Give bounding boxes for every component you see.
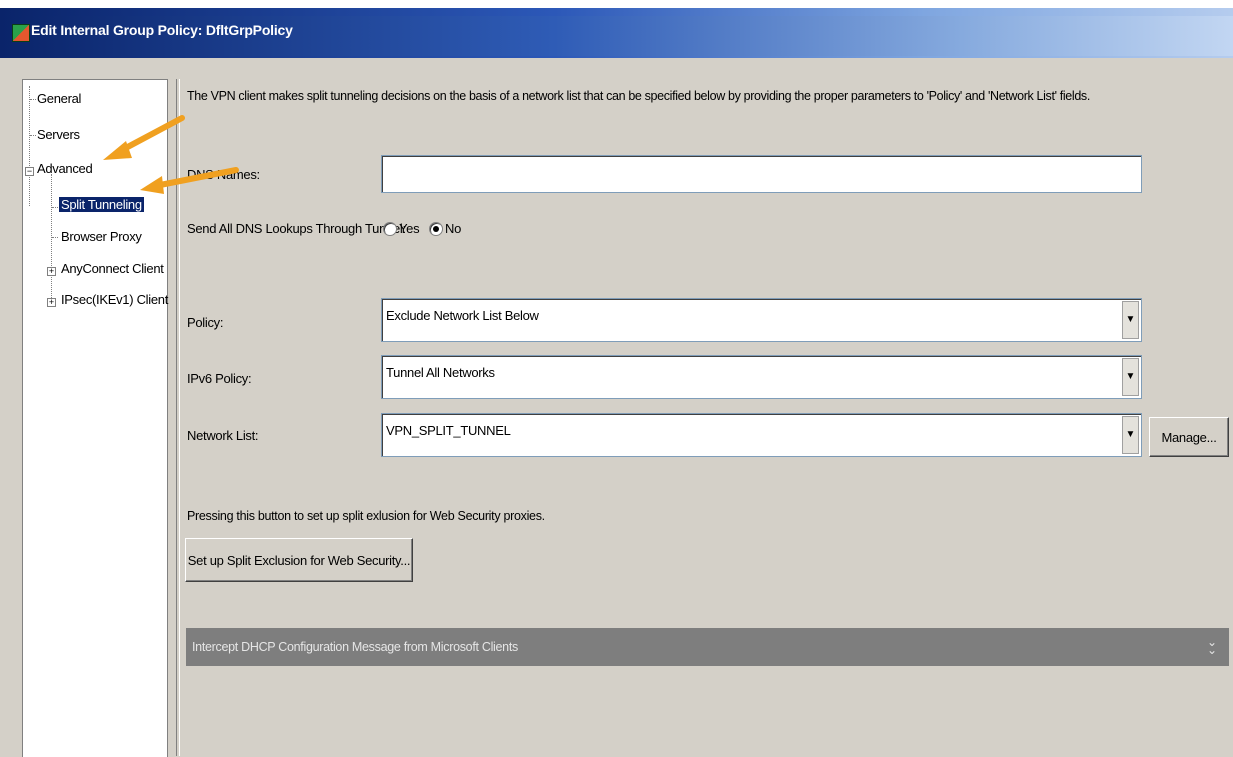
manage-button[interactable]: Manage... [1149,417,1229,457]
dns-lookups-yes-label[interactable]: Yes [399,221,420,236]
dns-lookups-label: Send All DNS Lookups Through Tunnel: [187,221,406,236]
chevron-down-icon[interactable]: ▼ [1122,358,1139,396]
ipv6-policy-select[interactable]: Tunnel All Networks ▼ [381,355,1142,399]
tree-item-ipsec-client[interactable]: IPsec(IKEv1) Client [61,292,168,307]
policy-value: Exclude Network List Below [386,308,539,323]
tree-item-split-tunneling[interactable]: Split Tunneling [59,197,144,212]
tree-line [30,99,36,100]
split-tunnel-description: The VPN client makes split tunneling dec… [187,89,1090,103]
web-security-button[interactable]: Set up Split Exclusion for Web Security.… [185,538,413,582]
pane-divider[interactable] [176,79,180,756]
network-list-select[interactable]: VPN_SPLIT_TUNNEL ▼ [381,413,1142,457]
tree-item-anyconnect-client[interactable]: AnyConnect Client [61,261,164,276]
network-list-value: VPN_SPLIT_TUNNEL [386,423,511,438]
ipv6-policy-value: Tunnel All Networks [386,365,495,380]
chevron-down-icon[interactable]: ▼ [1122,301,1139,339]
network-list-label: Network List: [187,428,259,443]
double-chevron-down-icon[interactable]: ⌄ ⌄ [1207,636,1217,656]
dns-lookups-no-label[interactable]: No [445,221,461,236]
tree-item-advanced[interactable]: Advanced [37,161,93,176]
tree-line [30,135,36,136]
intercept-dhcp-title: Intercept DHCP Configuration Message fro… [192,640,518,654]
intercept-dhcp-section[interactable]: Intercept DHCP Configuration Message fro… [186,628,1229,666]
dns-lookups-no-radio[interactable] [429,222,443,236]
ipv6-policy-label: IPv6 Policy: [187,371,252,386]
tree-line [51,174,52,302]
tree-item-general[interactable]: General [37,91,81,106]
tree-line [52,237,58,238]
policy-label: Policy: [187,315,224,330]
asdm-icon [12,24,30,42]
minus-box-icon[interactable]: − [25,167,34,176]
tree-line [52,207,58,208]
tree-line [29,86,30,206]
web-security-note: Pressing this button to set up split exl… [187,509,545,523]
radio-selected-dot [433,226,439,232]
chevron-down-icon[interactable]: ▼ [1122,416,1139,454]
title-bar: Edit Internal Group Policy: DfltGrpPolic… [0,0,1233,58]
dns-names-label: DNS Names: [187,167,260,182]
plus-box-icon[interactable]: + [47,298,56,307]
dns-lookups-yes-radio[interactable] [383,222,397,236]
plus-box-icon[interactable]: + [47,267,56,276]
window-title: Edit Internal Group Policy: DfltGrpPolic… [31,22,293,38]
navigation-tree: General Servers − Advanced Split Tunneli… [22,79,168,757]
dns-names-input[interactable] [381,155,1142,193]
tree-item-servers[interactable]: Servers [37,127,80,142]
tree-item-browser-proxy[interactable]: Browser Proxy [61,229,142,244]
policy-select[interactable]: Exclude Network List Below ▼ [381,298,1142,342]
